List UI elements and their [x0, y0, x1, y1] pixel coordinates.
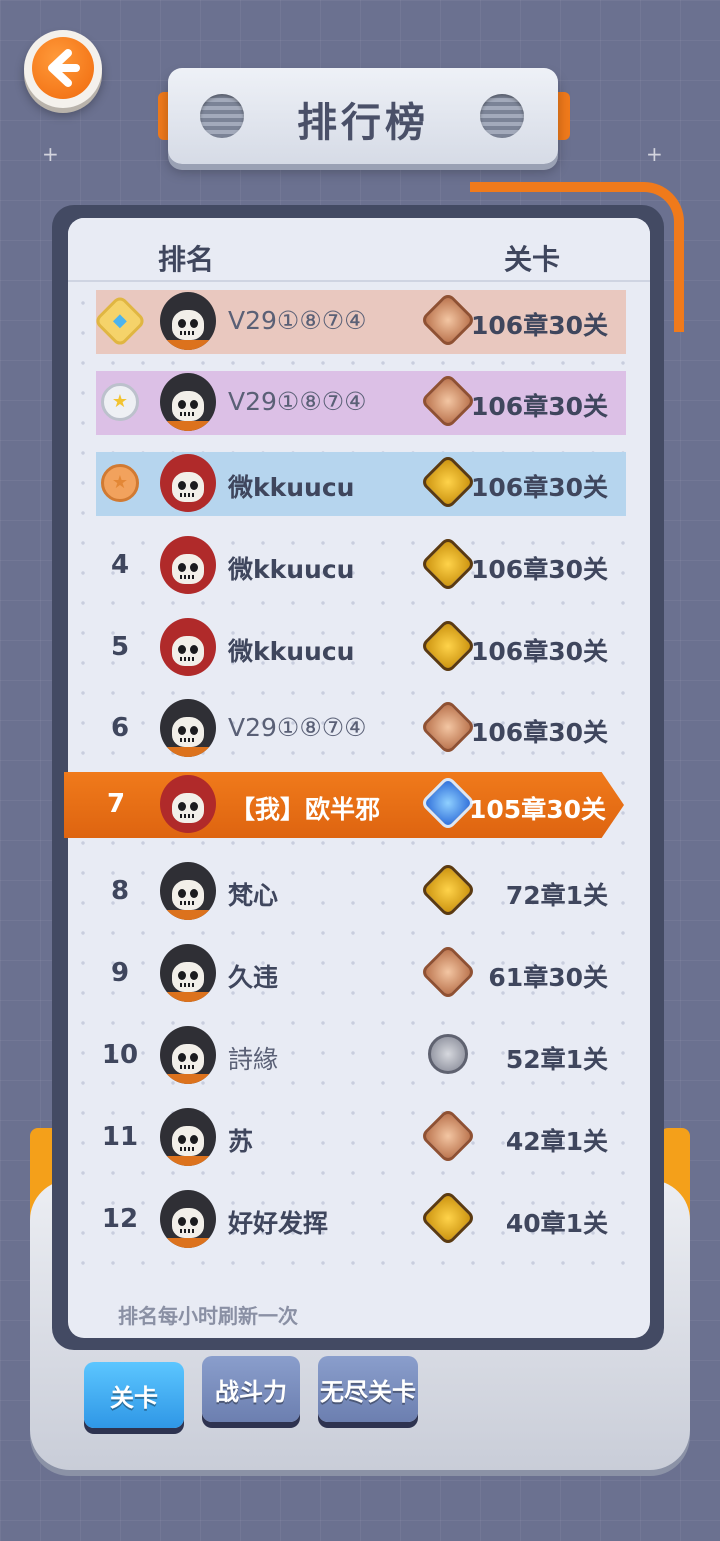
rank-number: 9: [110, 958, 130, 988]
level-badge-icon: [419, 453, 477, 511]
level-column-header: 关卡: [504, 243, 561, 276]
avatar: [160, 944, 216, 1002]
avatar: [160, 1026, 216, 1084]
back-arrow-icon: [32, 37, 94, 99]
avatar: [160, 454, 216, 512]
refresh-note: 排名每小时刷新一次: [118, 1304, 298, 1328]
rank-1-medal-icon: ◆: [93, 294, 147, 348]
table-row[interactable]: ◆ V29①⑧⑦④ 106章30关: [93, 290, 626, 354]
my-player-level: 105章30关: [469, 795, 606, 824]
player-name: V29①⑧⑦④: [228, 387, 367, 416]
tab-label: 关卡: [110, 1383, 158, 1412]
my-rank-row[interactable]: 7 【我】欧半邪 105章30关: [64, 772, 624, 838]
level-badge-icon: [419, 535, 477, 593]
level-badge-icon: [419, 1189, 477, 1247]
plus-mark-decoration: +: [42, 142, 59, 166]
player-level: 106章30关: [471, 473, 608, 502]
page-title: 排行榜: [297, 100, 429, 146]
player-name: V29①⑧⑦④: [228, 713, 367, 742]
tab-power[interactable]: 战斗力: [202, 1356, 300, 1422]
table-row[interactable]: 12 好好发挥 40章1关: [96, 1188, 626, 1252]
table-row[interactable]: 8 梵心 72章1关: [96, 860, 626, 924]
player-name: 微kkuucu: [228, 555, 355, 584]
player-name: 好好发挥: [228, 1209, 329, 1238]
avatar: [160, 699, 216, 757]
player-level: 52章1关: [505, 1045, 608, 1074]
player-name: 梵心: [228, 881, 279, 910]
avatar: [160, 536, 216, 594]
player-level: 106章30关: [471, 392, 608, 421]
rank-number: 8: [110, 876, 130, 906]
player-name: 微kkuucu: [228, 637, 355, 666]
rank-number: 5: [110, 632, 130, 662]
player-name: 詩緣: [228, 1045, 279, 1074]
diamond-badge-icon: [419, 774, 477, 832]
level-badge-icon: [419, 372, 477, 430]
my-avatar: [160, 775, 216, 833]
avatar: [160, 862, 216, 920]
back-button[interactable]: [24, 30, 102, 108]
avatar: [160, 1190, 216, 1248]
table-row[interactable]: 11 苏 42章1关: [96, 1106, 626, 1170]
avatar: [160, 618, 216, 676]
player-level: 40章1关: [505, 1209, 608, 1238]
rank-number: 10: [101, 1040, 139, 1070]
tab-endless[interactable]: 无尽关卡: [318, 1356, 418, 1422]
my-rank-number: 7: [106, 789, 126, 819]
level-badge-icon: [419, 943, 477, 1001]
player-name: 久违: [228, 963, 279, 992]
rank-number: 11: [101, 1122, 139, 1152]
player-level: 106章30关: [471, 637, 608, 666]
table-row[interactable]: 9 久违 61章30关: [96, 942, 626, 1006]
rank-2-medal-icon: ★: [101, 383, 139, 421]
rank-number: 4: [110, 550, 130, 580]
avatar: [160, 1108, 216, 1166]
level-badge-icon: [419, 861, 477, 919]
level-badge-icon: [419, 291, 477, 349]
tab-label: 无尽关卡: [320, 1377, 416, 1406]
table-row[interactable]: 10 詩緣 52章1关: [96, 1024, 626, 1088]
table-row[interactable]: ★ 微kkuucu 106章30关: [96, 452, 626, 516]
player-name: V29①⑧⑦④: [228, 306, 367, 335]
rank-number: 6: [110, 713, 130, 743]
rank-column-header: 排名: [158, 243, 215, 276]
rank-number: 12: [101, 1204, 139, 1234]
avatar: [160, 373, 216, 431]
table-row[interactable]: ★ V29①⑧⑦④ 106章30关: [96, 371, 626, 435]
leaderboard-header: 排名 关卡: [68, 218, 650, 282]
player-level: 61章30关: [488, 963, 608, 992]
rank-3-medal-icon: ★: [101, 464, 139, 502]
player-name: 苏: [228, 1127, 254, 1156]
level-badge-icon: [419, 1107, 477, 1165]
player-level: 106章30关: [471, 311, 608, 340]
table-row[interactable]: 6 V29①⑧⑦④ 106章30关: [96, 697, 626, 761]
player-level: 106章30关: [471, 718, 608, 747]
player-level: 106章30关: [471, 555, 608, 584]
player-name: 微kkuucu: [228, 473, 355, 502]
level-badge-icon: [428, 1034, 468, 1074]
table-row[interactable]: 5 微kkuucu 106章30关: [96, 616, 626, 680]
player-level: 42章1关: [505, 1127, 608, 1156]
tab-label: 战斗力: [215, 1377, 287, 1406]
level-badge-icon: [419, 617, 477, 675]
plus-mark-decoration: +: [646, 142, 663, 166]
my-player-name: 【我】欧半邪: [230, 795, 381, 824]
title-plate: 排行榜: [168, 68, 558, 164]
tab-level[interactable]: 关卡: [84, 1362, 184, 1428]
player-level: 72章1关: [505, 881, 608, 910]
table-row[interactable]: 4 微kkuucu 106章30关: [96, 534, 626, 598]
level-badge-icon: [419, 698, 477, 756]
avatar: [160, 292, 216, 350]
